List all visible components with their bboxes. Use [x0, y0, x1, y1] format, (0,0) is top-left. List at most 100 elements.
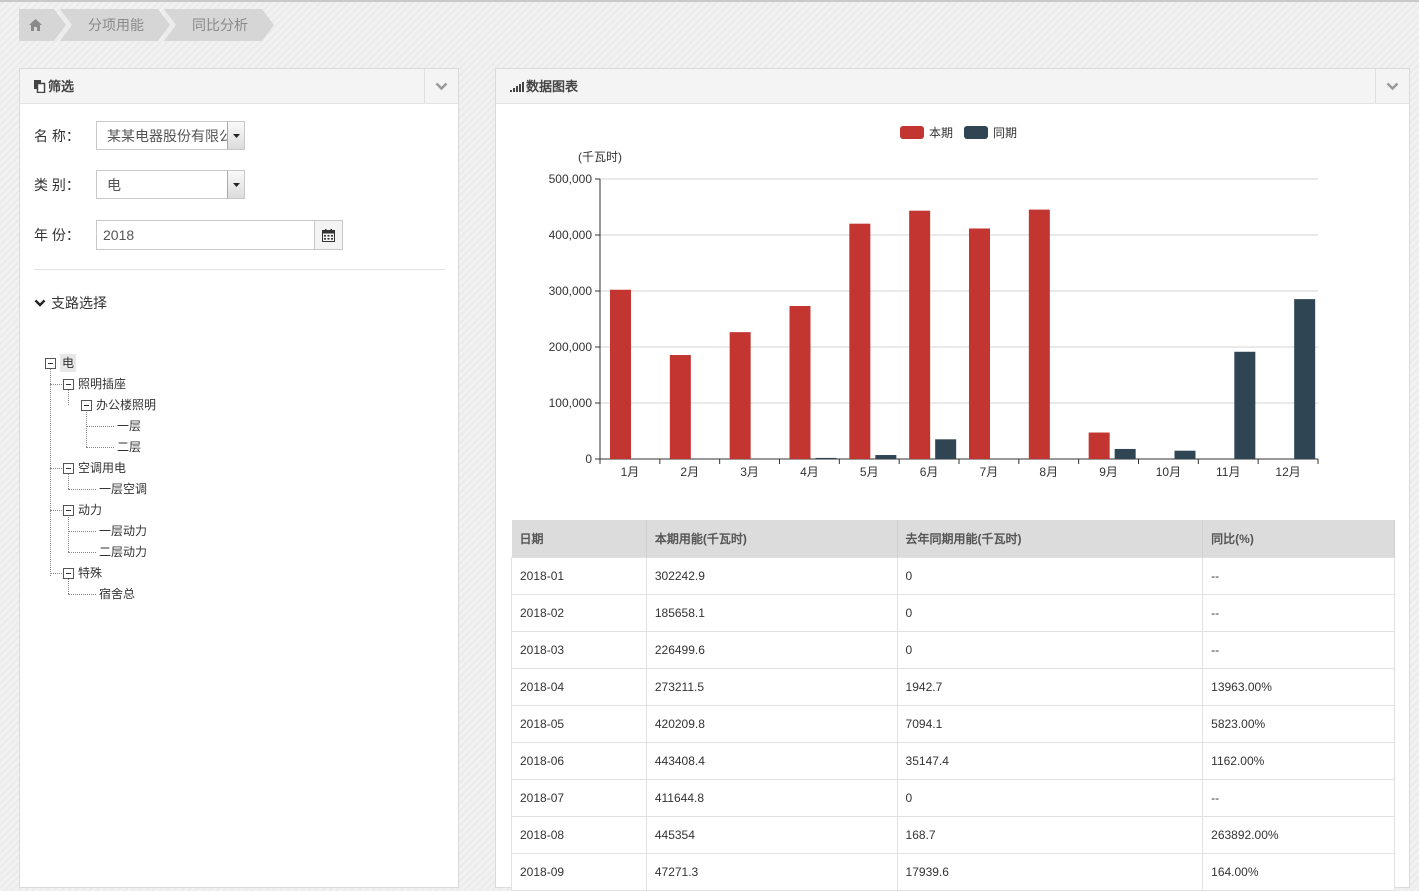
table-row: 2018-08445354168.7263892.00%: [512, 816, 1395, 853]
y-tick-label: 500,000: [549, 172, 593, 186]
bar: [1294, 299, 1315, 459]
cell-yoy: --: [1203, 594, 1395, 631]
tree-label: 电: [60, 354, 76, 372]
cell-yoy: 164.00%: [1203, 853, 1395, 890]
bar: [935, 439, 956, 459]
bar: [1089, 433, 1110, 459]
cell-date: 2018-08: [512, 816, 647, 853]
filter-panel: 筛选 名 称： 某某电器股份有限公司 类 别： 电 年 份：: [19, 68, 459, 888]
tree-collapse-icon[interactable]: [63, 463, 74, 474]
table-row: 2018-05420209.87094.15823.00%: [512, 705, 1395, 742]
cell-date: 2018-07: [512, 779, 647, 816]
column-header-date[interactable]: 日期: [512, 520, 647, 557]
x-tick-label: 9月: [1099, 465, 1118, 479]
tree-node-floor-2[interactable]: 二层: [117, 438, 141, 456]
chart-panel: 数据图表 本期 同期 0100,000200,000300,000400,000…: [495, 68, 1410, 888]
tree-node-floor-1[interactable]: 一层: [117, 417, 141, 435]
x-tick-label: 1月: [621, 465, 640, 479]
cell-last-year-energy: 35147.4: [897, 742, 1203, 779]
tree-collapse-icon[interactable]: [63, 505, 74, 516]
x-tick-label: 7月: [980, 465, 999, 479]
cell-last-year-energy: 168.7: [897, 816, 1203, 853]
y-tick-label: 200,000: [549, 340, 593, 354]
cell-yoy: 263892.00%: [1203, 816, 1395, 853]
cell-current-energy: 185658.1: [646, 594, 897, 631]
bar: [790, 306, 811, 459]
cell-yoy: --: [1203, 779, 1395, 816]
x-tick-label: 10月: [1156, 465, 1181, 479]
cell-yoy: 13963.00%: [1203, 668, 1395, 705]
column-header-yoy[interactable]: 同比(%): [1203, 520, 1395, 557]
tree-collapse-icon[interactable]: [45, 358, 56, 369]
tree-connector: [50, 510, 62, 511]
bar: [610, 290, 631, 459]
data-table: 日期 本期用能(千瓦时) 去年同期用能(千瓦时) 同比(%) 2018-0130…: [511, 520, 1395, 891]
branch-tree: 电 照明插座 办公楼照明 一层 二层 空调用电 一层空调 动力 一层动力: [20, 69, 460, 669]
table-row: 2018-01302242.90--: [512, 557, 1395, 594]
breadcrumb-item-subitem-energy[interactable]: 分项用能: [60, 9, 158, 41]
tree-connector: [50, 468, 62, 469]
cell-date: 2018-02: [512, 594, 647, 631]
cell-date: 2018-03: [512, 631, 647, 668]
bar: [670, 355, 691, 459]
tree-node-power[interactable]: 动力: [63, 501, 102, 519]
chart-panel-header: 数据图表: [496, 69, 1409, 104]
tree-connector: [50, 368, 51, 576]
tree-node-air-conditioning[interactable]: 空调用电: [63, 459, 126, 477]
tree-node-dormitory[interactable]: 宿舍总: [99, 585, 135, 603]
breadcrumb-label: 同比分析: [192, 17, 248, 33]
tree-label: 二层: [117, 438, 141, 456]
tree-connector: [86, 426, 114, 427]
tree-label: 动力: [78, 501, 102, 519]
cell-current-energy: 411644.8: [646, 779, 897, 816]
tree-connector: [68, 552, 96, 553]
chart-panel-title: 数据图表: [526, 79, 578, 94]
cell-last-year-energy: 0: [897, 557, 1203, 594]
chart-panel-collapse-button[interactable]: [1375, 69, 1409, 103]
tree-node-lighting-socket[interactable]: 照明插座: [63, 375, 126, 393]
bar: [849, 224, 870, 459]
cell-current-energy: 273211.5: [646, 668, 897, 705]
x-tick-label: 5月: [860, 465, 879, 479]
y-tick-label: 300,000: [549, 284, 593, 298]
tree-connector: [86, 447, 114, 448]
bar: [875, 455, 896, 459]
breadcrumb-label: 分项用能: [88, 17, 144, 33]
cell-date: 2018-04: [512, 668, 647, 705]
tree-collapse-icon[interactable]: [63, 379, 74, 390]
cell-last-year-energy: 0: [897, 779, 1203, 816]
cell-last-year-energy: 17939.6: [897, 853, 1203, 890]
cell-last-year-energy: 0: [897, 594, 1203, 631]
y-axis-label: (千瓦时): [578, 150, 622, 164]
breadcrumb-item-yoy-analysis[interactable]: 同比分析: [164, 9, 262, 41]
bar: [1175, 451, 1196, 459]
signal-icon: [510, 82, 525, 92]
tree-node-floor-1-ac[interactable]: 一层空调: [99, 480, 147, 498]
tree-node-office-lighting[interactable]: 办公楼照明: [81, 396, 156, 414]
y-tick-label: 100,000: [549, 396, 593, 410]
table-header-row: 日期 本期用能(千瓦时) 去年同期用能(千瓦时) 同比(%): [512, 520, 1395, 557]
cell-date: 2018-06: [512, 742, 647, 779]
tree-connector: [68, 515, 69, 552]
tree-label: 空调用电: [78, 459, 126, 477]
tree-collapse-icon[interactable]: [81, 400, 92, 411]
x-tick-label: 11月: [1216, 465, 1240, 479]
tree-node-floor-1-power[interactable]: 一层动力: [99, 522, 147, 540]
table-row: 2018-03226499.60--: [512, 631, 1395, 668]
table-row: 2018-07411644.80--: [512, 779, 1395, 816]
cell-current-energy: 47271.3: [646, 853, 897, 890]
chevron-down-icon: [1386, 82, 1399, 91]
cell-yoy: --: [1203, 631, 1395, 668]
tree-node-floor-2-power[interactable]: 二层动力: [99, 543, 147, 561]
tree-collapse-icon[interactable]: [63, 568, 74, 579]
breadcrumb-home[interactable]: [19, 9, 54, 41]
tree-node-electricity[interactable]: 电: [45, 354, 76, 372]
tree-label: 特殊: [78, 564, 102, 582]
cell-yoy: 5823.00%: [1203, 705, 1395, 742]
tree-label: 办公楼照明: [96, 396, 156, 414]
column-header-current-energy[interactable]: 本期用能(千瓦时): [646, 520, 897, 557]
table-row: 2018-06443408.435147.41162.00%: [512, 742, 1395, 779]
column-header-last-year-energy[interactable]: 去年同期用能(千瓦时): [897, 520, 1203, 557]
top-border: [0, 0, 1419, 2]
tree-node-special[interactable]: 特殊: [63, 564, 102, 582]
